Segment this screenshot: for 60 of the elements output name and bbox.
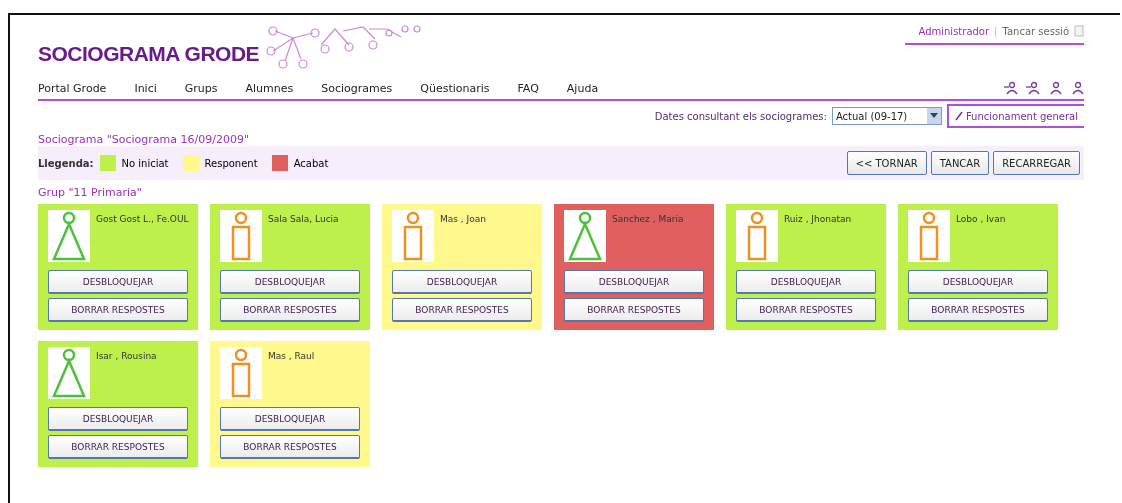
card-button[interactable]: BORRAR RESPOSTES	[48, 298, 188, 322]
card-button[interactable]: DESBLOQUEJAR	[908, 270, 1048, 294]
card-button[interactable]: DESBLOQUEJAR	[564, 270, 704, 294]
card-button[interactable]: DESBLOQUEJAR	[48, 407, 188, 431]
help-button[interactable]: Funcionament general	[946, 104, 1084, 128]
female-figure-icon	[48, 210, 90, 262]
male-figure-icon	[392, 210, 434, 262]
card-button[interactable]: BORRAR RESPOSTES	[564, 298, 704, 322]
nav-link[interactable]: Alumnes	[245, 81, 294, 95]
date-select[interactable]: Actual (09-17)	[831, 107, 942, 125]
male-figure-icon	[908, 210, 950, 262]
card-button[interactable]: DESBLOQUEJAR	[48, 270, 188, 294]
card-button[interactable]: DESBLOQUEJAR	[736, 270, 876, 294]
action-button[interactable]: << TORNAR	[846, 151, 927, 175]
legend-label: Llegenda:	[38, 157, 94, 169]
nav-link[interactable]: Sociogrames	[321, 81, 393, 95]
user-edit-icon[interactable]	[1026, 81, 1040, 95]
student-name: Ruiz , Jhonatan	[784, 214, 852, 226]
legend-text: No iniciat	[121, 157, 169, 169]
card-button[interactable]: DESBLOQUEJAR	[220, 407, 360, 431]
separator-text: |	[994, 25, 998, 37]
logo-text: SOCIOGRAMA GRODE	[38, 42, 260, 66]
nav-link[interactable]: Inici	[134, 81, 157, 95]
student-name: Mas , Raul	[268, 351, 315, 363]
male-figure-icon	[220, 210, 262, 262]
student-name: Mas , Joan	[440, 214, 486, 226]
male-figure-icon	[220, 347, 262, 399]
action-button[interactable]: RECARREGAR	[993, 151, 1080, 175]
card-button[interactable]: BORRAR RESPOSTES	[908, 298, 1048, 322]
caret-icon	[929, 113, 938, 119]
card-button[interactable]: BORRAR RESPOSTES	[220, 435, 360, 459]
action-button[interactable]: TANCAR	[930, 151, 990, 175]
student-name: Sanchez , Maria	[612, 214, 684, 226]
legend-text: Acabat	[293, 157, 329, 169]
card-button[interactable]: BORRAR RESPOSTES	[220, 298, 360, 322]
student-name: Gost Gost L., Fe.OUL	[96, 214, 189, 226]
legend-text: Responent	[204, 157, 258, 169]
student-name: Isar , Rousina	[96, 351, 157, 363]
male-figure-icon	[736, 210, 778, 262]
nav-link[interactable]: FAQ	[517, 81, 539, 95]
group-title: Grup "11 Primaria"	[38, 186, 143, 201]
card-button[interactable]: BORRAR RESPOSTES	[48, 435, 188, 459]
female-figure-icon	[564, 210, 606, 262]
card-button[interactable]: BORRAR RESPOSTES	[736, 298, 876, 322]
female-figure-icon	[48, 347, 90, 399]
logout-link[interactable]: Tancar sessió	[1002, 25, 1069, 37]
student-name: Lobo , Ivan	[956, 214, 1006, 226]
user-link[interactable]: Administrador	[918, 25, 990, 37]
student-name: Sala Sala, Lucia	[268, 214, 339, 226]
filter-label: Dates consultant els sociogrames:	[654, 110, 827, 122]
card-button[interactable]: DESBLOQUEJAR	[392, 270, 532, 294]
nav-link[interactable]: Qüestionaris	[420, 81, 490, 95]
nav-link[interactable]: Portal Grode	[38, 81, 107, 95]
user-add-icon[interactable]	[1004, 81, 1018, 95]
card-button[interactable]: BORRAR RESPOSTES	[392, 298, 532, 322]
pencil-icon	[954, 111, 963, 121]
sociogram-title: Sociograma "Sociograma 16/09/2009"	[38, 133, 250, 146]
card-button[interactable]: DESBLOQUEJAR	[220, 270, 360, 294]
nav-link[interactable]: Grups	[184, 81, 218, 95]
nav-link[interactable]: Ajuda	[566, 81, 599, 95]
